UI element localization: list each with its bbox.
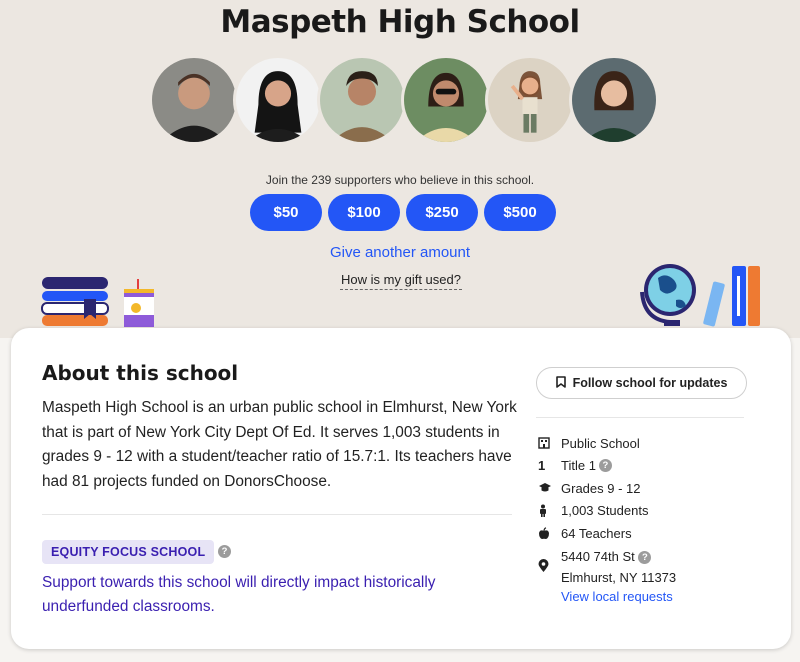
avatar <box>233 55 323 145</box>
fact-grades: Grades 9 - 12 <box>536 477 766 500</box>
fact-school-type: Public School <box>536 432 766 455</box>
student-icon <box>536 504 561 518</box>
address-street: 5440 74th St <box>561 548 635 564</box>
about-description: Maspeth High School is an urban public s… <box>42 399 517 490</box>
bookmark-icon <box>555 375 566 391</box>
give-another-amount-link[interactable]: Give another amount <box>0 244 800 261</box>
help-icon[interactable]: ? <box>638 550 652 564</box>
avatar <box>149 55 239 145</box>
view-local-requests-link[interactable]: View local requests <box>561 586 676 607</box>
equity-focus-badge: EQUITY FOCUS SCHOOL <box>42 540 215 564</box>
location-pin-icon <box>536 546 561 576</box>
fact-students: 1,003 Students <box>536 500 766 523</box>
graduation-cap-icon <box>536 482 561 494</box>
fact-label: Public School <box>561 435 640 451</box>
apple-icon <box>536 526 561 540</box>
fact-teachers: 64 Teachers <box>536 522 766 545</box>
donation-amounts: $50 $100 $250 $500 <box>250 194 556 231</box>
school-facts: Public School 1 Title 1 ? Grades 9 - 12 … <box>536 432 766 607</box>
fact-address: 5440 74th St ? Elmhurst, NY 11373 View l… <box>536 546 766 607</box>
school-name: Maspeth High School <box>220 4 580 40</box>
about-title: About this school <box>42 361 239 385</box>
follow-school-button[interactable]: Follow school for updates <box>536 367 747 399</box>
help-icon[interactable]: ? <box>218 545 231 558</box>
books-illustration <box>40 275 160 336</box>
help-icon[interactable]: ? <box>598 459 612 473</box>
about-card: About this school Maspeth High School is… <box>11 328 791 649</box>
donate-50-button[interactable]: $50 <box>250 194 322 231</box>
donate-500-button[interactable]: $500 <box>484 194 556 231</box>
fact-label: 1,003 Students <box>561 503 649 519</box>
divider <box>536 417 744 418</box>
fact-label: 64 Teachers <box>561 525 632 541</box>
avatar <box>317 55 407 145</box>
avatar <box>569 55 659 145</box>
supporters-count-text: Join the 239 supporters who believe in t… <box>265 173 535 187</box>
fact-label: Title 1 <box>561 458 596 474</box>
gift-used-link[interactable]: How is my gift used? <box>340 272 462 290</box>
divider <box>42 514 512 515</box>
globe-and-books-illustration <box>636 262 766 333</box>
donate-250-button[interactable]: $250 <box>406 194 478 231</box>
fact-title: 1 Title 1 ? <box>536 455 766 478</box>
address-city: Elmhurst, NY 11373 <box>561 569 677 585</box>
number-one-icon: 1 <box>538 458 546 474</box>
building-icon <box>536 437 561 449</box>
avatar <box>401 55 491 145</box>
donate-100-button[interactable]: $100 <box>328 194 400 231</box>
supporter-avatars <box>149 55 659 145</box>
follow-school-label: Follow school for updates <box>572 376 728 390</box>
avatar <box>485 55 575 145</box>
fact-label: Grades 9 - 12 <box>561 480 641 496</box>
equity-description: Support towards this school will directl… <box>42 574 436 615</box>
